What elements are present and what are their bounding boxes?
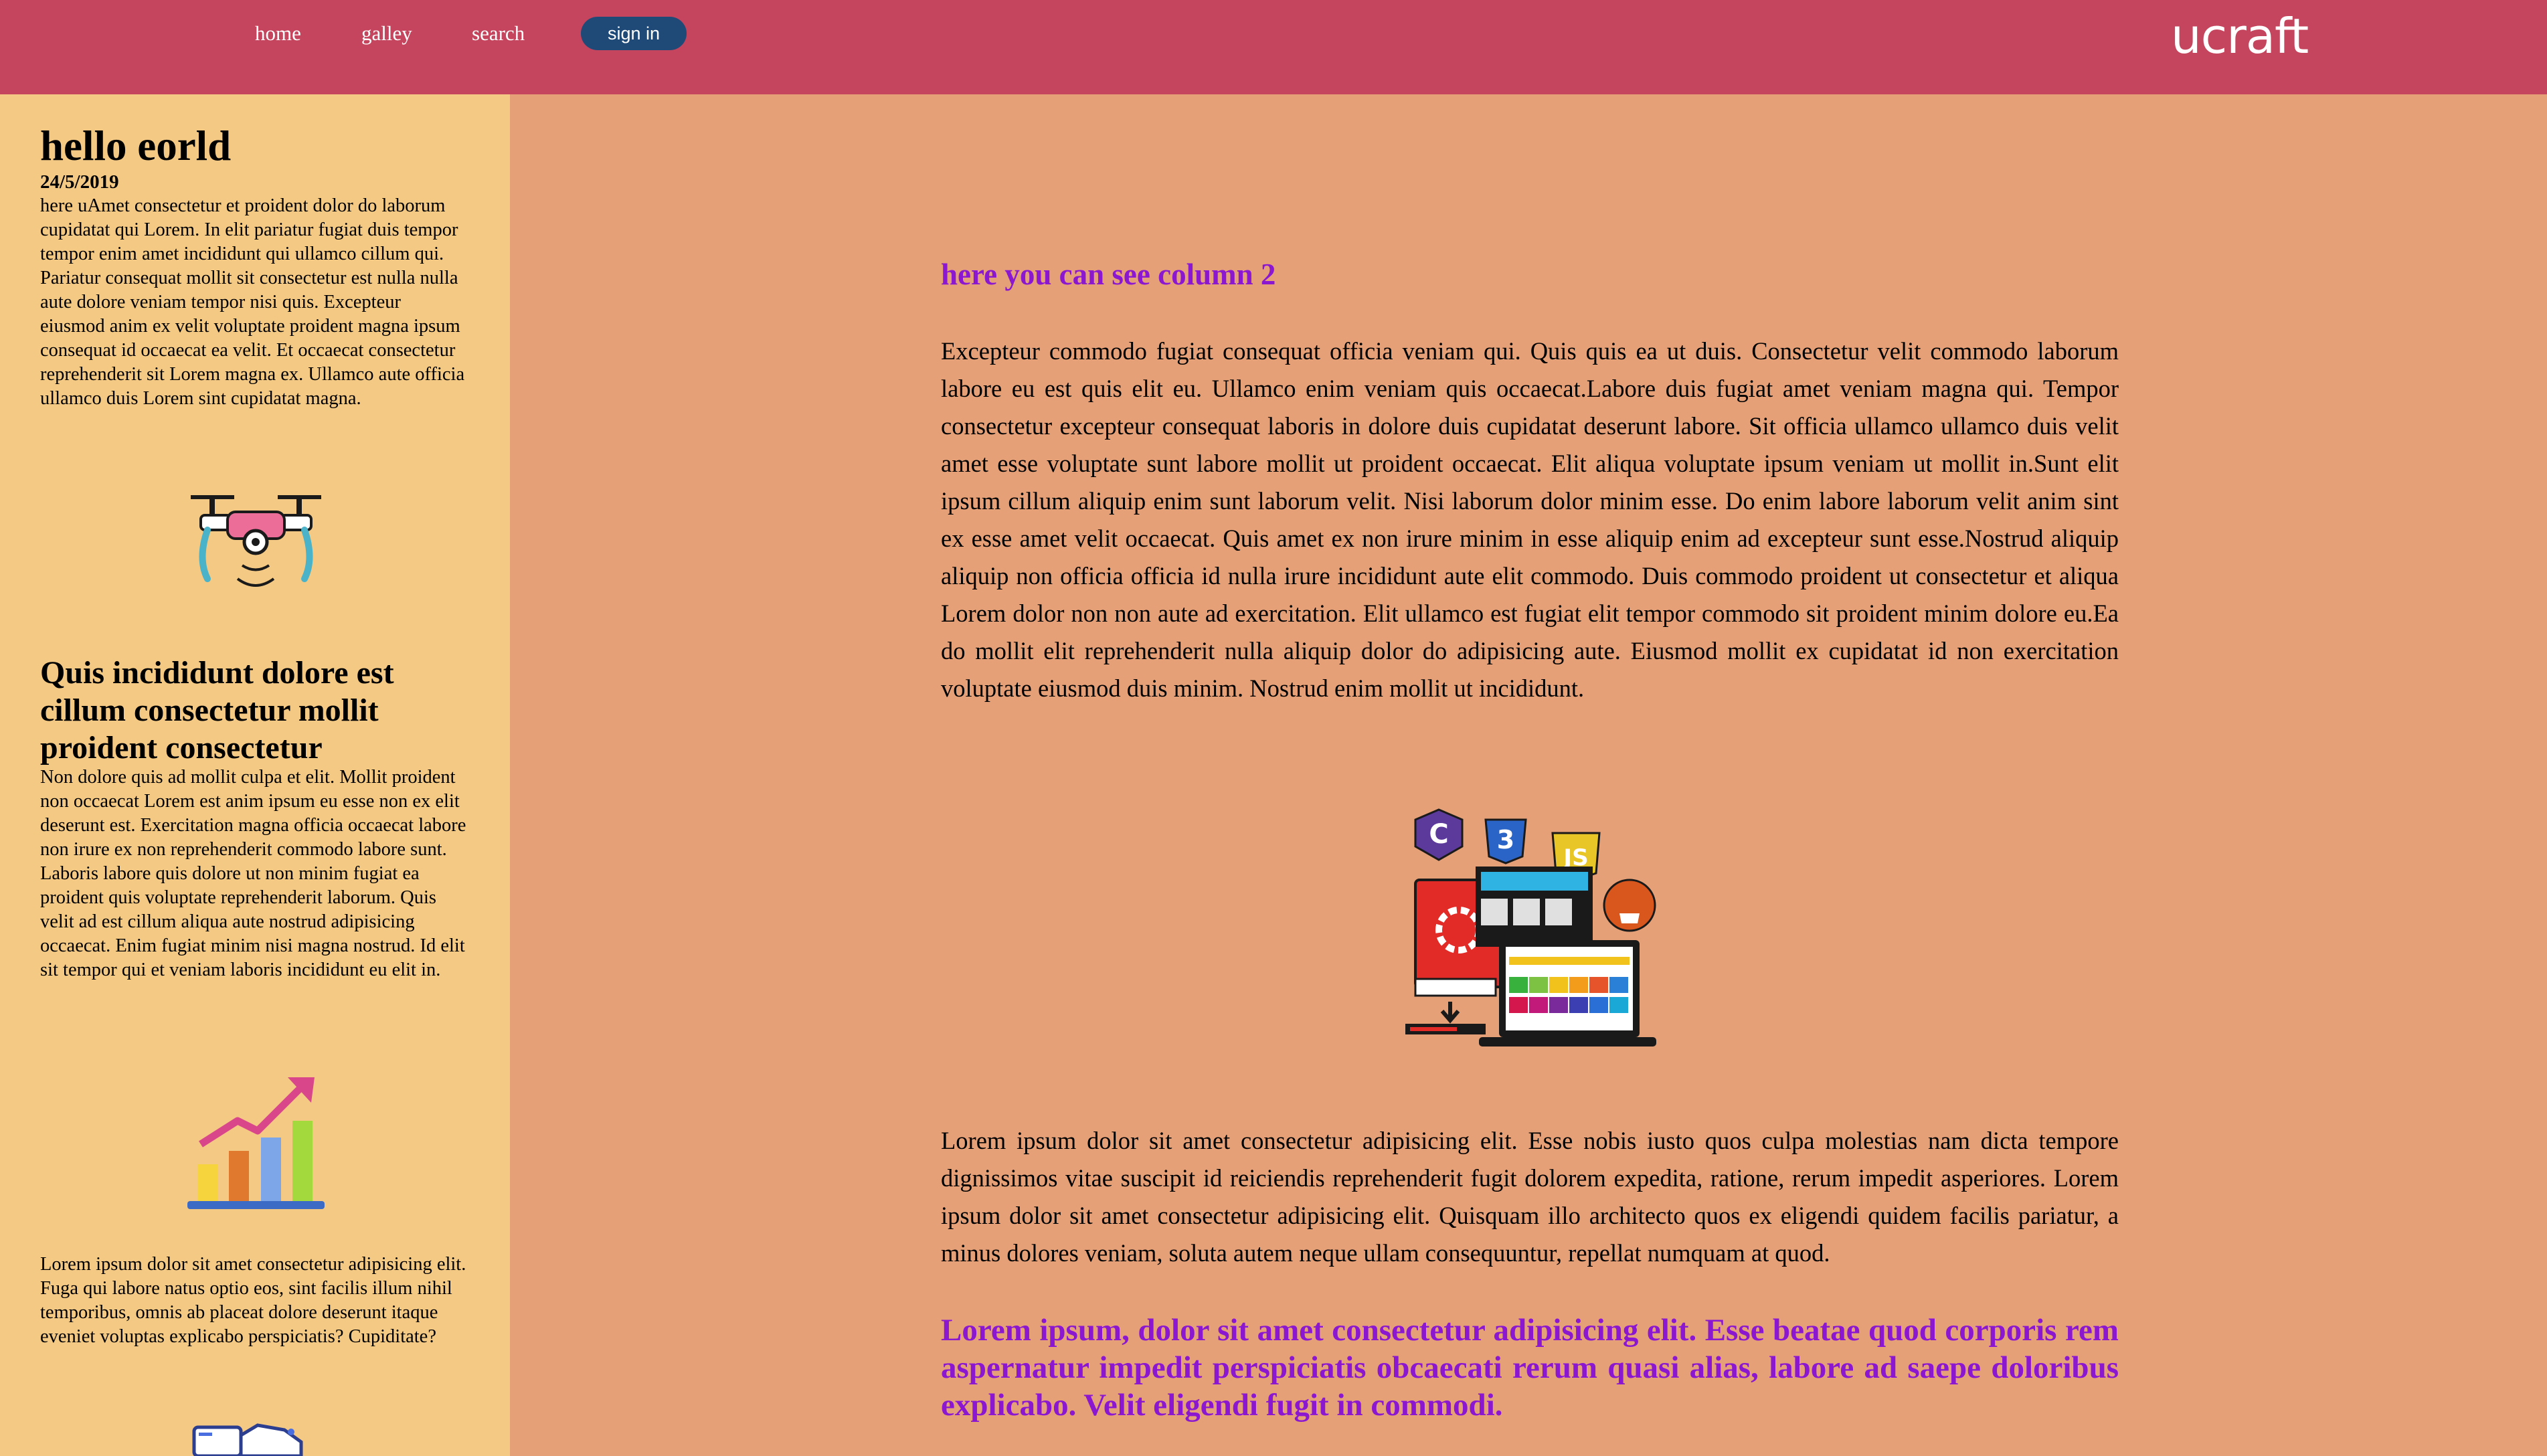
main-emphasis-text: Lorem ipsum, dolor sit amet consectetur …	[941, 1313, 2119, 1423]
sidebar-footer-text: Lorem ipsum dolor sit amet consectetur a…	[40, 1254, 466, 1347]
css3-badge-label: 3	[1497, 825, 1514, 854]
ucraft-logo[interactable]: ucraft	[2171, 8, 2309, 64]
sidebar-intro-text: here uAmet consectetur et proident dolor…	[40, 195, 465, 409]
main-paragraph-2: Lorem ipsum dolor sit amet consectetur a…	[941, 1127, 2119, 1267]
sidebar-date: 24/5/2019	[40, 171, 119, 193]
drone-icon	[191, 495, 321, 587]
web-design-icon	[192, 1423, 303, 1456]
csharp-badge-label: C	[1429, 819, 1448, 850]
nav-home-link[interactable]: home	[255, 20, 301, 47]
sidebar-section-title: Quis incididunt dolore est cillum consec…	[40, 655, 394, 765]
sidebar-section-text: Non dolore quis ad mollit culpa et elit.…	[40, 767, 466, 980]
sign-in-button[interactable]: sign in	[581, 17, 687, 50]
nav-search-link[interactable]: search	[472, 20, 525, 47]
top-navigation-bar: home galley search sign in ucraft	[0, 0, 2547, 94]
main-heading: here you can see column 2	[941, 258, 1276, 291]
main-paragraph-1: Excepteur commodo fugiat consequat offic…	[941, 337, 2119, 702]
nav-gallery-link[interactable]: galley	[361, 20, 412, 47]
growth-chart-icon	[187, 1077, 325, 1209]
web-development-icon: C 3 JS	[1405, 808, 1656, 1046]
sidebar-title: hello eorld	[40, 122, 232, 169]
